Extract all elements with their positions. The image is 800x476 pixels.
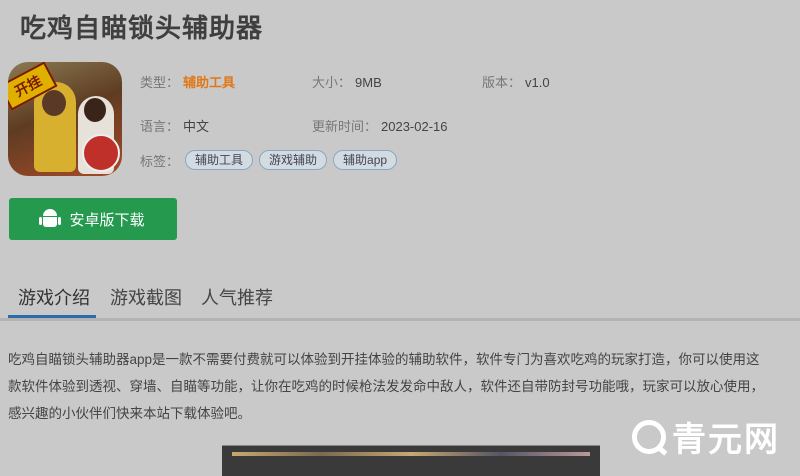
meta-updated-label: 更新时间： (312, 119, 378, 134)
description-line: 款软件体验到透视、穿墙、自瞄等功能，让你在吃鸡的时候枪法发发命中敌人，软件还自带… (8, 379, 764, 394)
android-download-button[interactable]: 安卓版下载 (9, 198, 177, 240)
app-icon: 开挂 (8, 62, 122, 176)
icon-flare (82, 134, 120, 172)
tag-item[interactable]: 游戏辅助 (259, 150, 328, 170)
meta-type: 类型： 辅助工具 (140, 72, 235, 91)
active-tab-indicator (8, 315, 96, 318)
meta-language: 语言： 中文 (140, 116, 209, 135)
meta-updated: 更新时间： 2023-02-16 (312, 116, 448, 135)
android-icon (39, 209, 62, 229)
game-screenshot-image[interactable] (222, 445, 600, 476)
page-title: 吃鸡自瞄锁头辅助器 (20, 13, 264, 43)
meta-language-value: 中文 (183, 119, 210, 134)
icon-character-right-head (84, 98, 106, 122)
icon-character-left-head (42, 90, 66, 116)
site-watermark: 青元网 (632, 412, 780, 461)
meta-size-label: 大小： (312, 75, 352, 90)
tags-label: 标签： (140, 153, 180, 169)
magnifier-q-icon (632, 419, 666, 454)
tab-popular[interactable]: 人气推荐 (201, 284, 273, 310)
tab-bar: 游戏介绍 游戏截图 人气推荐 (0, 272, 800, 321)
tab-game-intro[interactable]: 游戏介绍 (18, 284, 90, 310)
meta-language-label: 语言： (140, 119, 180, 134)
watermark-text: 青元网 (672, 421, 780, 459)
meta-version: 版本： v1.0 (482, 72, 550, 91)
tag-item[interactable]: 辅助工具 (185, 150, 254, 170)
meta-type-value[interactable]: 辅助工具 (183, 75, 235, 90)
download-label: 安卓版下载 (69, 211, 145, 229)
meta-updated-value: 2023-02-16 (381, 119, 448, 134)
tag-item[interactable]: 辅助app (333, 150, 398, 170)
meta-size-value: 9MB (355, 75, 382, 90)
meta-version-label: 版本： (482, 75, 522, 90)
tab-game-screenshots[interactable]: 游戏截图 (110, 284, 182, 310)
meta-type-label: 类型： (140, 75, 180, 90)
description-line: 吃鸡自瞄锁头辅助器app是一款不需要付费就可以体验到开挂体验的辅助软件，软件专门… (8, 352, 760, 367)
meta-size: 大小： 9MB (312, 72, 382, 91)
meta-version-value: v1.0 (525, 75, 550, 90)
tag-list: 标签： 辅助工具 游戏辅助 辅助app (140, 150, 398, 170)
